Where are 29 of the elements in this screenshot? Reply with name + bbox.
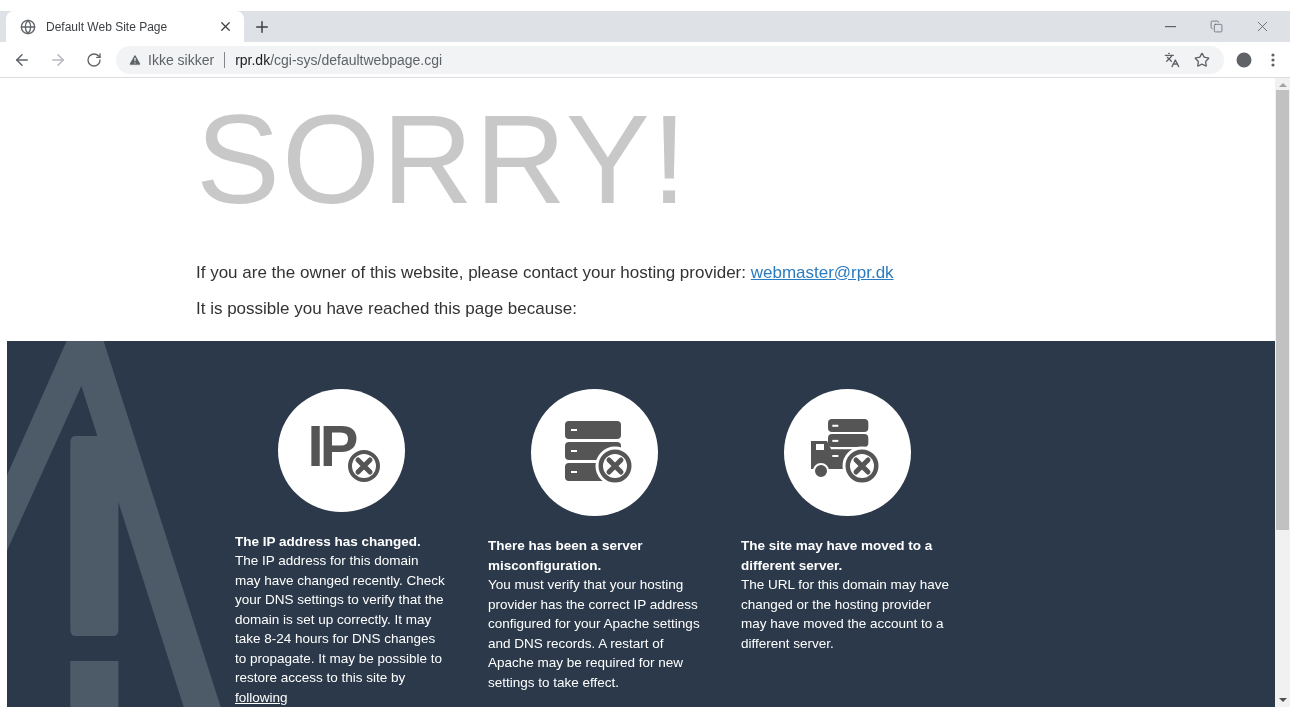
reason-text: The URL for this domain may have changed or the hosting provider may have moved the account to a different server. bbox=[741, 576, 951, 653]
reason-text: The IP address for this domain may have changed recently. Check your DNS settings to verify that the domain is set up correctly. It may take 8-24 hours for DNS changes to propagate. It may be possible to restore access to this site by following bbox=[235, 552, 446, 707]
contact-text: If you are the owner of this website, please contact your hosting provider: webmaster@rpr.dk bbox=[196, 263, 895, 283]
scroll-up-arrow-icon[interactable] bbox=[1278, 82, 1287, 88]
security-label: Ikke sikker bbox=[148, 51, 215, 68]
translate-icon bbox=[1164, 51, 1180, 68]
globe-icon bbox=[20, 18, 36, 35]
following-link[interactable]: following bbox=[235, 689, 288, 705]
truck-server-error-icon bbox=[783, 389, 911, 516]
reload-icon bbox=[86, 51, 102, 68]
tab-title: Default Web Site Page bbox=[46, 19, 169, 34]
star-icon bbox=[1194, 51, 1210, 68]
scroll-down-arrow-icon[interactable] bbox=[1278, 697, 1287, 703]
menu-icon bbox=[1271, 52, 1275, 67]
reason-title: The IP address has changed. bbox=[235, 532, 421, 551]
server-error-icon bbox=[530, 389, 658, 516]
reason-title: There has been a server misconfiguration. bbox=[488, 537, 644, 575]
url-text: rpr.dk/cgi-sys/defaultwebpage.cgi bbox=[235, 51, 443, 68]
ip-label: IP bbox=[307, 411, 355, 479]
restore-icon bbox=[1209, 20, 1223, 33]
browser-tab[interactable]: Default Web Site Page bbox=[6, 11, 244, 42]
email-link[interactable]: webmaster@rpr.dk bbox=[750, 263, 894, 282]
address-bar[interactable]: Ikke sikker rpr.dk/cgi-sys/defaultwebpage.cgi bbox=[116, 45, 1224, 74]
scrollbar-thumb[interactable] bbox=[1276, 90, 1289, 530]
reason-title: The site may have moved to a different server. bbox=[741, 537, 934, 575]
warning-icon bbox=[128, 52, 142, 67]
intro-text: It is possible you have reached this page because: bbox=[196, 299, 578, 319]
reason-text: You must verify that your hosting provider has the correct IP address configured for your Apache settings and DNS records. A restart of Apache may be required for new settings to take effect. bbox=[488, 576, 700, 692]
minimize-icon bbox=[1164, 25, 1176, 28]
